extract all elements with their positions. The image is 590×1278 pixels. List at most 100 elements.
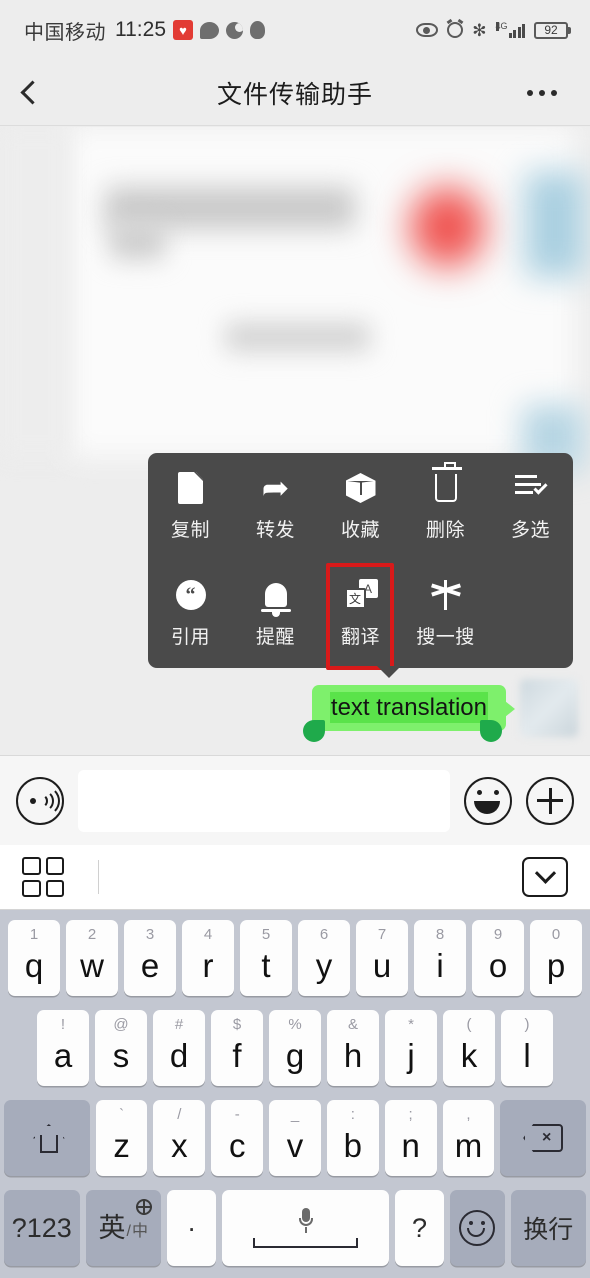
context-menu-item-forward[interactable]: ➦ 转发: [233, 453, 318, 560]
more-options-button[interactable]: [514, 60, 570, 126]
plus-circle-icon[interactable]: [526, 776, 574, 825]
key-sup: #: [174, 1016, 184, 1033]
context-menu-row-1: 复制 ➦ 转发 收藏 删除 多选: [148, 453, 573, 560]
key-d[interactable]: # d: [153, 1010, 205, 1086]
key-x[interactable]: / x: [153, 1100, 206, 1176]
shift-arrow-icon: [33, 1124, 61, 1153]
avatar[interactable]: [520, 678, 578, 737]
key-o[interactable]: 9o: [472, 920, 524, 996]
key-label: u: [372, 946, 392, 984]
key-v[interactable]: _ v: [269, 1100, 321, 1176]
key-m[interactable]: ,m: [442, 1100, 495, 1176]
key-z[interactable]: ` z: [95, 1100, 148, 1176]
key-y[interactable]: 6y: [298, 920, 350, 996]
key-l[interactable]: ) l: [501, 1010, 553, 1086]
blurred-red-graphic: [410, 187, 485, 267]
context-menu-item-multiselect[interactable]: 多选: [488, 453, 573, 560]
emoji-smiley-icon[interactable]: [464, 776, 512, 825]
key-t[interactable]: 5t: [240, 920, 292, 996]
key-h[interactable]: & h: [327, 1010, 379, 1086]
grid-panel-icon[interactable]: [22, 857, 64, 897]
context-menu-item-search[interactable]: 搜一搜: [403, 560, 488, 667]
key-sup: &: [347, 1016, 358, 1033]
translate-icon: A 文: [344, 578, 378, 612]
key-backspace[interactable]: ×: [500, 1100, 587, 1176]
key-label: b: [343, 1126, 362, 1164]
globe-icon: [135, 1198, 152, 1215]
context-menu-label: 引用: [170, 627, 210, 648]
status-bar-right: ✻ 4G 92: [416, 21, 571, 39]
context-menu-label: 翻译: [340, 627, 380, 648]
key-s[interactable]: @ s: [95, 1010, 147, 1086]
key-f[interactable]: $ f: [211, 1010, 263, 1086]
context-menu-item-copy[interactable]: 复制: [148, 453, 233, 560]
page-title: 文件传输助手: [216, 80, 373, 109]
multi-select-icon: [514, 471, 548, 505]
backspace-icon: ×: [523, 1124, 564, 1152]
context-menu-label: 收藏: [340, 520, 380, 541]
key-sup: *: [408, 1016, 414, 1033]
message-input[interactable]: [78, 769, 450, 832]
key-symbols[interactable]: ?123: [4, 1190, 80, 1266]
key-sup: `: [119, 1106, 125, 1123]
key-question[interactable]: ?: [394, 1190, 445, 1266]
key-w[interactable]: 2w: [66, 920, 118, 996]
key-sup: ): [524, 1016, 530, 1033]
key-language-switch[interactable]: 英 / 中: [85, 1190, 161, 1266]
voice-record-icon[interactable]: [16, 776, 64, 825]
key-sup: @: [113, 1016, 129, 1033]
key-sup: 2: [87, 926, 97, 943]
key-p[interactable]: 0p: [530, 920, 582, 996]
key-a[interactable]: ! a: [37, 1010, 89, 1086]
key-label: y: [315, 946, 333, 984]
key-emoji[interactable]: [450, 1190, 505, 1266]
key-sup: _: [290, 1106, 300, 1123]
key-n[interactable]: ; n: [384, 1100, 437, 1176]
selection-handle-right[interactable]: [480, 719, 502, 742]
context-menu-item-translate[interactable]: A 文 翻译: [318, 560, 403, 670]
document-copy-icon: [178, 471, 203, 505]
key-k[interactable]: (k: [443, 1010, 495, 1086]
message-text[interactable]: text translation: [329, 691, 488, 723]
key-label: 英: [98, 1212, 126, 1243]
trash-icon: [431, 462, 462, 505]
key-q[interactable]: 1q: [8, 920, 60, 996]
selection-handle-left[interactable]: [302, 719, 325, 742]
carrier-label: 中国移动: [24, 21, 106, 44]
key-label: 换行: [523, 1216, 574, 1244]
key-i[interactable]: 8i: [414, 920, 466, 996]
message-bubble[interactable]: text translation: [302, 684, 516, 742]
context-menu-item-remind[interactable]: 提醒: [233, 560, 318, 667]
key-space[interactable]: [222, 1190, 389, 1266]
battery-level-label: 92: [544, 23, 558, 37]
context-menu-item-quote[interactable]: “ 引用: [148, 560, 233, 667]
key-e[interactable]: 3e: [124, 920, 176, 996]
alarm-icon: [447, 22, 464, 38]
context-menu-item-delete[interactable]: 删除: [403, 453, 488, 560]
key-sup: 6: [319, 926, 329, 943]
space-underline: [253, 1238, 359, 1248]
key-shift[interactable]: [3, 1100, 90, 1176]
message-context-menu: 复制 ➦ 转发 收藏 删除 多选 “ 引用 提醒 A 文 翻译 搜一搜: [148, 453, 573, 670]
key-label: s: [112, 1036, 130, 1074]
key-label: ?123: [11, 1212, 72, 1243]
key-enter[interactable]: 换行: [510, 1190, 586, 1266]
search-sparkle-icon: [430, 578, 461, 612]
key-g[interactable]: % g: [269, 1010, 321, 1086]
key-r[interactable]: 4r: [182, 920, 234, 996]
key-u[interactable]: 7u: [356, 920, 408, 996]
key-sup: 8: [435, 926, 445, 943]
key-b[interactable]: :b: [326, 1100, 379, 1176]
blurred-text-line: [110, 222, 165, 260]
key-j[interactable]: * j: [385, 1010, 437, 1086]
context-menu-item-favorite[interactable]: 收藏: [318, 453, 403, 560]
key-label: l: [523, 1036, 531, 1074]
context-menu-label: 提醒: [255, 627, 295, 648]
message-row: text translation: [0, 678, 590, 742]
key-label: e: [140, 946, 160, 984]
key-period[interactable]: ·: [166, 1190, 217, 1266]
chevron-down-icon[interactable]: [522, 857, 568, 897]
key-label: j: [407, 1036, 415, 1074]
key-label: h: [343, 1036, 363, 1074]
key-c[interactable]: -c: [211, 1100, 264, 1176]
